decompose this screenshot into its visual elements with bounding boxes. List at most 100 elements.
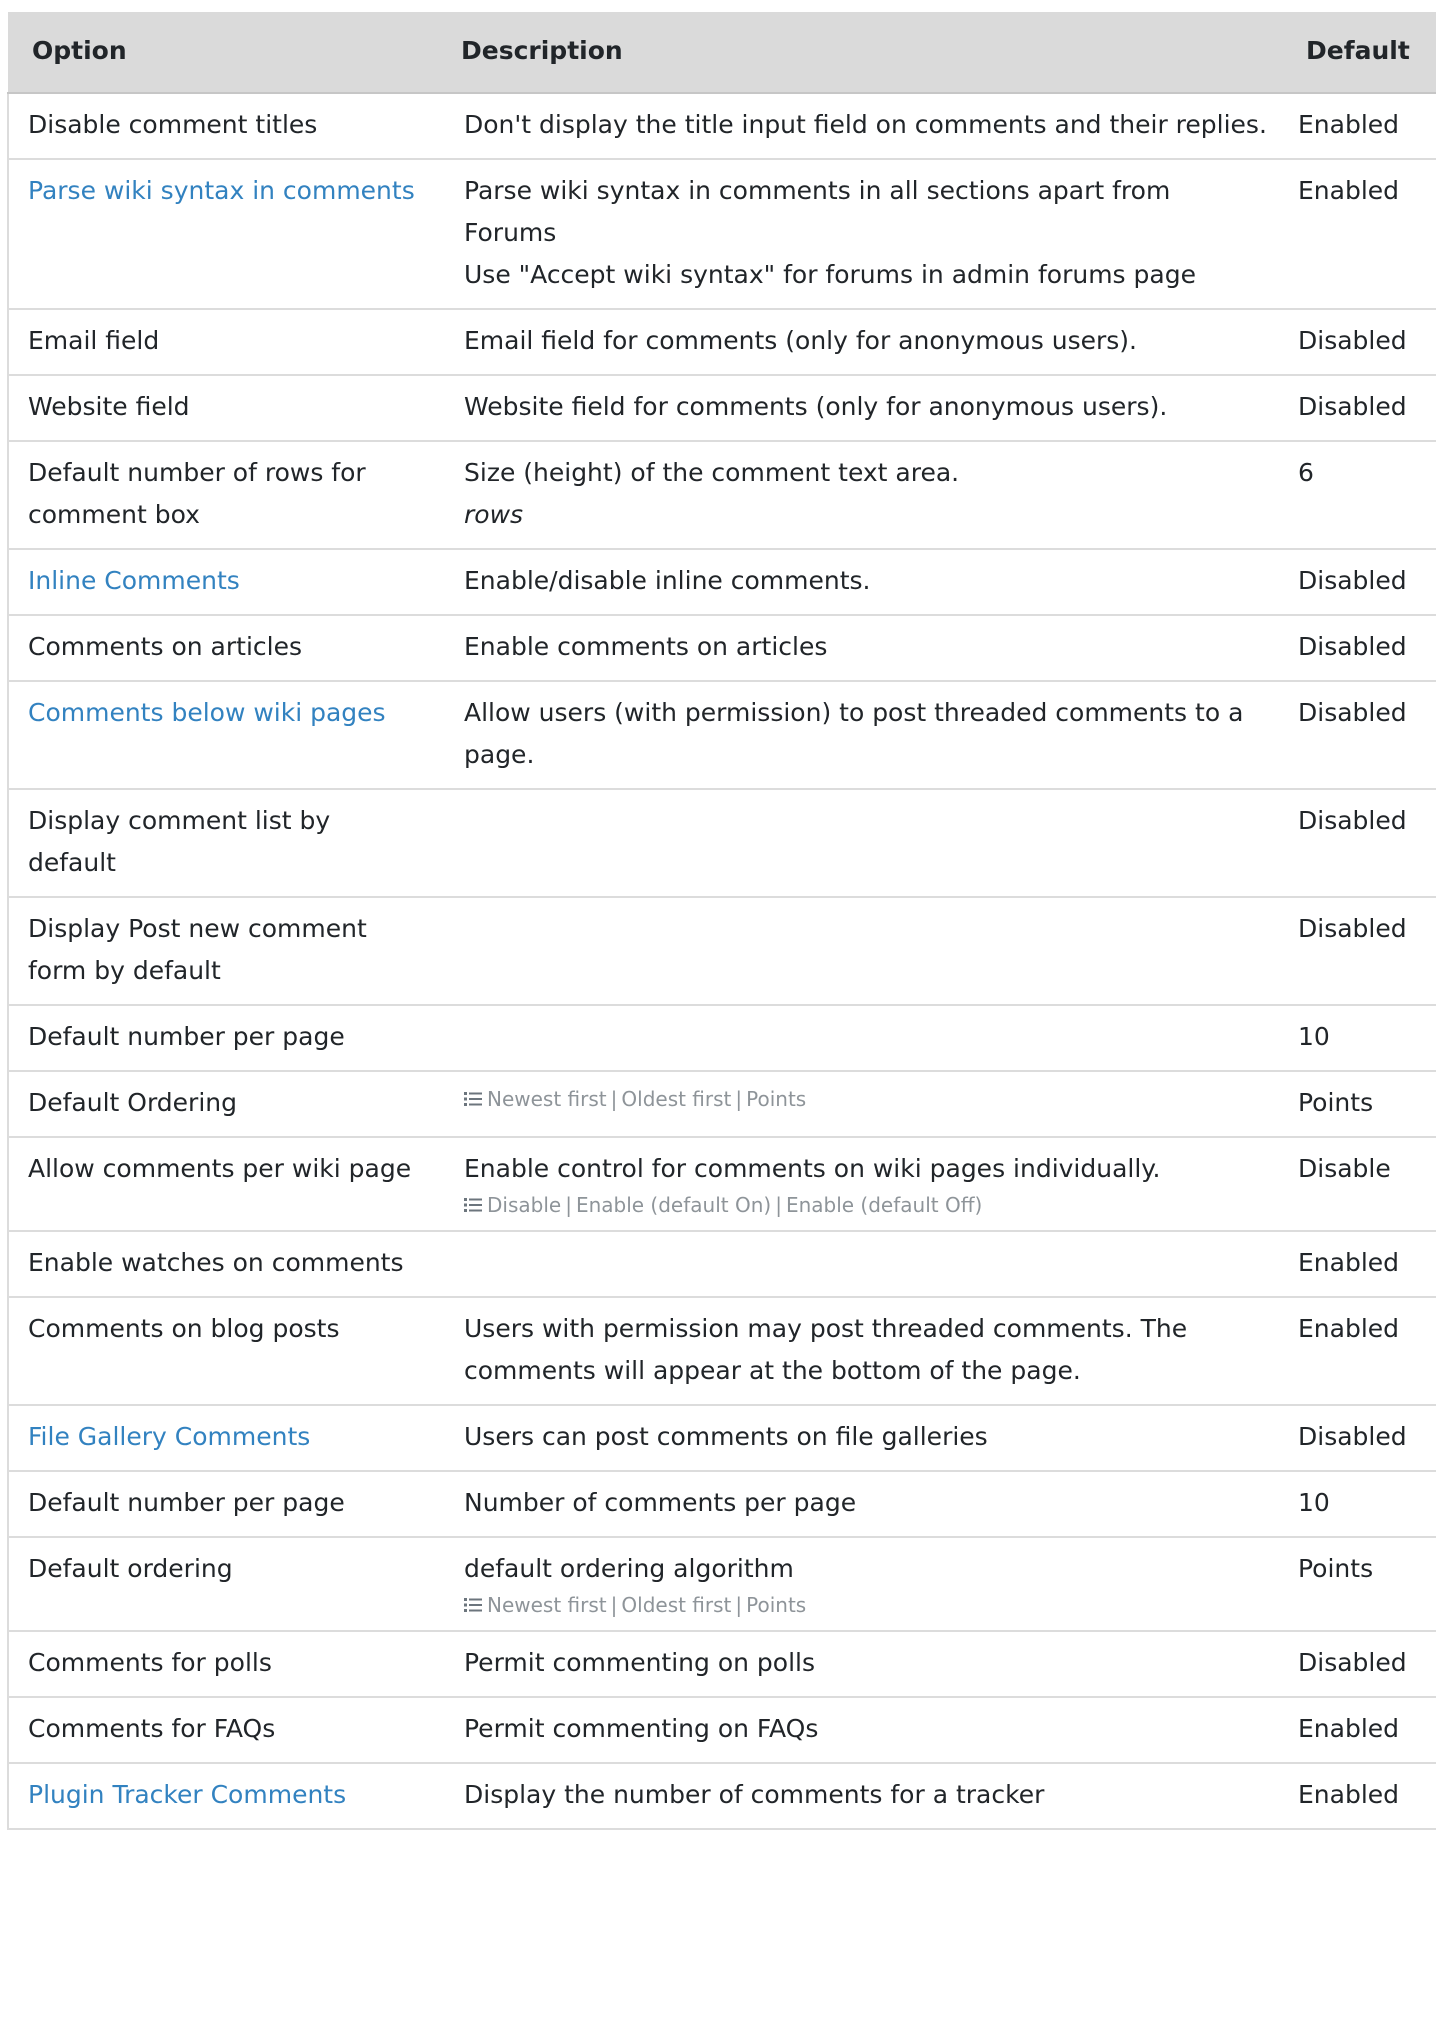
option-label: Comments on blog posts (28, 1314, 340, 1343)
choice-option: Enable (default Off) (785, 1193, 983, 1217)
option-cell: File Gallery Comments (7, 1405, 445, 1472)
default-value: Enabled (1298, 110, 1400, 139)
column-header-default: Default (1288, 12, 1436, 94)
default-value: Points (1298, 1088, 1374, 1117)
choice-separator: | (610, 1593, 618, 1617)
option-label: Disable comment titles (28, 110, 318, 139)
unit-label: rows (464, 500, 524, 529)
option-label: Default ordering (28, 1554, 233, 1583)
default-value: 10 (1298, 1488, 1330, 1517)
option-cell: Email field (7, 309, 445, 376)
option-help-link[interactable]: Parse wiki syntax in comments (28, 176, 415, 205)
table-row: Plugin Tracker Comments Display the numbe… (7, 1763, 1436, 1830)
choices-list: Newest first | Oldest first | Points (464, 1084, 1268, 1112)
table-row: Website field Website field for comments … (7, 375, 1436, 442)
option-label: Display Post new comment form by default (28, 914, 367, 985)
choice-separator: | (735, 1593, 743, 1617)
option-cell: Default Ordering (7, 1071, 445, 1138)
option-label: Email field (28, 326, 160, 355)
default-value: Disabled (1298, 632, 1407, 661)
description-cell: Email field for comments (only for anony… (445, 309, 1288, 376)
option-cell: Default number of rows for comment box (7, 441, 445, 550)
default-value: Disabled (1298, 566, 1407, 595)
default-cell: Enabled (1288, 159, 1436, 310)
table-row: Comments for polls Permit commenting on p… (7, 1631, 1436, 1698)
default-cell: Disabled (1288, 1405, 1436, 1472)
table-row: Comments for FAQs Permit commenting on FA… (7, 1697, 1436, 1764)
description-cell: Display the number of comments for a tra… (445, 1763, 1288, 1830)
option-cell: Comments for polls (7, 1631, 445, 1698)
table-row: Display Post new comment form by default… (7, 897, 1436, 1006)
description-cell: Parse wiki syntax in comments in all sec… (445, 159, 1288, 310)
option-cell: Disable comment titles (7, 93, 445, 160)
default-value: Disabled (1298, 326, 1407, 355)
default-cell: Enabled (1288, 93, 1436, 160)
list-icon (464, 1593, 482, 1612)
option-help-link[interactable]: Plugin Tracker Comments (28, 1780, 346, 1809)
option-cell: Default number per page (7, 1471, 445, 1538)
header-row: Option Description Default (8, 12, 1436, 94)
choice-option: Enable (default On) (575, 1193, 772, 1217)
table-row: Inline Comments Enable/disable inline com… (7, 549, 1436, 616)
description-text: Display the number of comments for a tra… (464, 1780, 1045, 1809)
description-text: Permit commenting on FAQs (464, 1714, 819, 1743)
option-cell: Enable watches on comments (7, 1231, 445, 1298)
choice-separator: | (775, 1193, 782, 1217)
default-cell: Disable (1288, 1137, 1436, 1232)
choice-option: Disable (487, 1193, 562, 1217)
description-cell: Permit commenting on polls (445, 1631, 1288, 1698)
description-cell: Don't display the title input field on c… (445, 93, 1288, 160)
table-row: File Gallery Comments Users can post comm… (7, 1405, 1436, 1472)
option-label: Comments on articles (28, 632, 302, 661)
description-cell: Users can post comments on file gallerie… (445, 1405, 1288, 1472)
table-body: Disable comment titles Don't display the … (7, 93, 1436, 1830)
choice-separator: | (565, 1193, 572, 1217)
option-help-link[interactable]: File Gallery Comments (28, 1422, 310, 1451)
default-cell: Enabled (1288, 1231, 1436, 1298)
option-help-link[interactable]: Inline Comments (28, 566, 240, 595)
description-cell (445, 1005, 1288, 1072)
list-icon (464, 1087, 482, 1106)
default-cell: Disabled (1288, 681, 1436, 790)
default-cell: 10 (1288, 1005, 1436, 1072)
description-cell (445, 789, 1288, 898)
description-cell (445, 1231, 1288, 1298)
option-cell: Allow comments per wiki page (7, 1137, 445, 1232)
default-value: Enabled (1298, 1714, 1400, 1743)
table-row: Comments on blog posts Users with permiss… (7, 1297, 1436, 1406)
default-cell: 6 (1288, 441, 1436, 550)
description-text: Size (height) of the comment text area. (464, 458, 960, 487)
choices-list: Disable | Enable (default On) | Enable (defa… (464, 1192, 1268, 1218)
choice-separator: | (735, 1087, 743, 1111)
option-label: Default Ordering (28, 1088, 237, 1117)
table-row: Comments on articles Enable comments on a… (7, 615, 1436, 682)
default-value: 6 (1298, 458, 1314, 487)
description-cell: Enable control for comments on wiki page… (445, 1137, 1288, 1232)
default-value: Disabled (1298, 1422, 1407, 1451)
option-cell: Display Post new comment form by default (7, 897, 445, 1006)
description-cell: Size (height) of the comment text area. r… (445, 441, 1288, 550)
description-cell: Enable/disable inline comments. (445, 549, 1288, 616)
default-cell: Disabled (1288, 309, 1436, 376)
description-cell: Website field for comments (only for ano… (445, 375, 1288, 442)
option-label: Comments for polls (28, 1648, 272, 1677)
column-header-option: Option (8, 12, 445, 94)
option-cell: Inline Comments (7, 549, 445, 616)
option-label: Display comment list by default (28, 806, 331, 877)
option-help-link[interactable]: Comments below wiki pages (28, 698, 386, 727)
option-cell: Comments on blog posts (7, 1297, 445, 1406)
option-cell: Comments for FAQs (7, 1697, 445, 1764)
description-text: default ordering algorithm (464, 1554, 794, 1583)
description-cell: Number of comments per page (445, 1471, 1288, 1538)
option-label: Website field (28, 392, 190, 421)
choice-option: Newest first (487, 1087, 607, 1111)
option-cell: Parse wiki syntax in comments (7, 159, 445, 310)
default-cell: Enabled (1288, 1697, 1436, 1764)
default-cell: Enabled (1288, 1297, 1436, 1406)
choice-option: Oldest first (621, 1593, 732, 1617)
table-row: Display comment list by default Disabled (7, 789, 1436, 898)
default-value: Disabled (1298, 1648, 1407, 1677)
description-text: Users with permission may post threaded … (464, 1314, 1188, 1385)
description-cell: default ordering algorithm Newest first | O… (445, 1537, 1288, 1632)
choice-option: Oldest first (621, 1087, 732, 1111)
